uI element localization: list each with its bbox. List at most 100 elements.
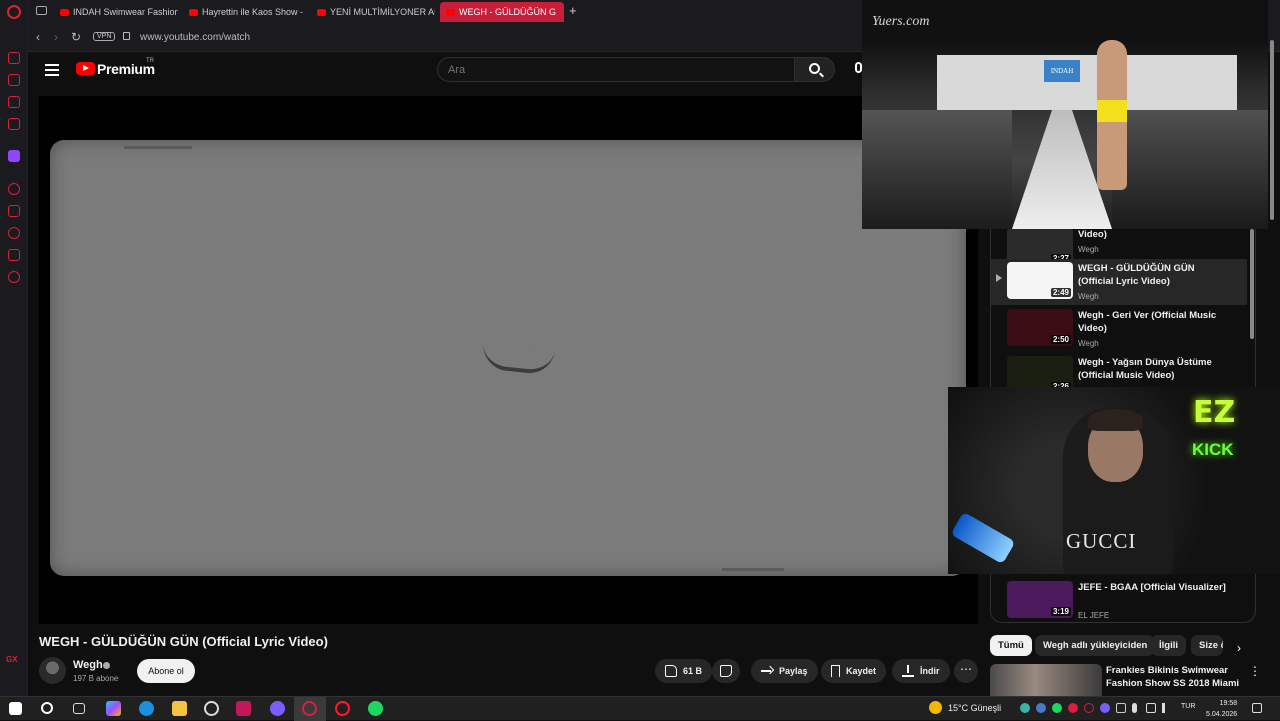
save-playlist-icon [831, 665, 840, 677]
download-button[interactable]: İndir [892, 659, 950, 683]
search-taskbar-icon[interactable] [41, 702, 53, 714]
vpn-badge[interactable]: VPN [93, 32, 116, 41]
extensions-icon[interactable] [8, 249, 20, 261]
duration-badge: 2:49 [1050, 288, 1071, 297]
tab-multimilyoner[interactable]: YENİ MULTİMİLYONER AR [317, 2, 435, 22]
spotify-tray-icon[interactable] [1052, 703, 1062, 713]
picture-in-picture-fashion-video[interactable]: INDAH Yuers.com [862, 0, 1268, 229]
chip-from-uploader[interactable]: Wegh adlı yükleyiciden [1035, 635, 1156, 656]
neon-sign-kick: KICK [1192, 440, 1234, 459]
frame-scribble [124, 146, 192, 149]
tab-grid-icon[interactable] [36, 6, 47, 15]
volume-icon[interactable] [1162, 703, 1172, 713]
more-vertical-icon[interactable]: ⋮ [1249, 664, 1261, 678]
tv-icon[interactable] [8, 96, 20, 108]
tray-app-icon[interactable] [1020, 703, 1030, 713]
tray-chat-icon[interactable] [1116, 703, 1126, 713]
url-field[interactable]: www.youtube.com/watch [140, 32, 250, 43]
voicemod-icon[interactable] [236, 701, 251, 716]
input-language[interactable]: TUR [1181, 703, 1195, 710]
tab-label: YENİ MULTİMİLYONER AR [330, 7, 435, 17]
model-swimsuit [1097, 100, 1127, 122]
runway-backdrop [937, 55, 1237, 110]
playlist-item-title: Video) [1078, 229, 1107, 240]
discord-tray-icon[interactable] [1100, 703, 1110, 713]
speed-dial-icon[interactable] [8, 52, 20, 64]
chip-all[interactable]: Tümü [990, 635, 1032, 656]
share-button[interactable]: Paylaş [751, 659, 818, 683]
tab-wegh-active[interactable]: WEGH - GÜLDÜĞÜN G [440, 2, 564, 22]
video-frame-paper [50, 140, 966, 576]
tab-label: Hayrettin ile Kaos Show - [202, 7, 304, 17]
share-arrow-icon [761, 665, 773, 677]
share-label: Paylaş [779, 666, 808, 676]
download-label: İndir [920, 666, 940, 676]
like-button[interactable]: 61 B [655, 659, 713, 683]
clock[interactable]: 19:58 5.04.2026 [1206, 698, 1237, 720]
new-tab-plus-icon[interactable]: + [569, 3, 577, 18]
duration-badge: 3:19 [1050, 607, 1071, 616]
search-input[interactable] [439, 59, 789, 80]
history-icon[interactable] [8, 227, 20, 239]
weather-sun-icon[interactable] [929, 701, 942, 714]
hamburger-menu-icon[interactable] [45, 64, 59, 76]
tray-red-icon[interactable] [1068, 703, 1078, 713]
edge-icon[interactable] [139, 701, 154, 716]
twitch-icon[interactable] [8, 150, 20, 162]
subscribe-button[interactable]: Abone ol [137, 659, 195, 683]
notification-icon[interactable] [1252, 703, 1262, 713]
chip-for-you[interactable]: Size ö [1191, 635, 1223, 656]
save-button[interactable]: Kaydet [821, 659, 887, 683]
network-icon[interactable] [1146, 703, 1156, 713]
dislike-button[interactable] [712, 659, 740, 683]
tab-kaos-show[interactable]: Hayrettin ile Kaos Show - [189, 2, 307, 22]
microphone-tray-icon[interactable] [1132, 703, 1137, 713]
voice-search-mic-icon[interactable] [855, 62, 862, 73]
playlist-item[interactable]: 2:50 Wegh - Geri Ver (Official Music Vid… [991, 306, 1247, 352]
steam-icon[interactable] [1036, 703, 1046, 713]
file-explorer-icon[interactable] [172, 701, 187, 716]
lock-icon[interactable] [123, 32, 130, 40]
thumbs-down-icon [720, 665, 732, 677]
obs-icon[interactable] [204, 701, 219, 716]
bookmark-icon[interactable] [8, 205, 20, 217]
discord-icon[interactable] [270, 701, 285, 716]
tab-indah[interactable]: INDAH Swimwear Fashion [60, 2, 178, 22]
player-icon[interactable] [8, 183, 20, 195]
clock-date: 5.04.2026 [1206, 711, 1238, 718]
youtube-logo-icon[interactable] [76, 62, 95, 75]
windows-start-icon[interactable] [9, 702, 22, 715]
opera-icon[interactable] [335, 701, 350, 716]
chevron-right-icon[interactable]: › [1237, 641, 1241, 655]
indah-sign: INDAH [1044, 60, 1080, 82]
task-view-icon[interactable] [73, 703, 85, 714]
chip-related[interactable]: İlgili [1151, 635, 1186, 656]
channel-name[interactable]: Wegh [73, 659, 103, 671]
search-button[interactable] [794, 57, 835, 82]
playlist-item[interactable]: 3:19 JEFE - BGAA [Official Visualizer] E… [991, 578, 1247, 622]
spotify-icon[interactable] [368, 701, 383, 716]
copilot-icon[interactable] [106, 701, 121, 716]
subscriber-count: 197 B abone [73, 674, 119, 683]
bag-icon[interactable] [8, 74, 20, 86]
video-player[interactable] [39, 96, 978, 624]
playlist-item-current[interactable]: 2:49 WEGH - GÜLDÜĞÜN GÜN (Official Lyric… [991, 259, 1247, 305]
more-actions-button[interactable]: ⋯ [954, 659, 978, 683]
page-scrollbar[interactable] [1270, 40, 1274, 220]
channel-avatar[interactable] [39, 657, 66, 684]
messenger-icon[interactable] [8, 118, 20, 130]
video-title: WEGH - GÜLDÜĞÜN GÜN (Official Lyric Vide… [39, 634, 328, 649]
playlist-item-channel: EL JEFE [1078, 611, 1110, 620]
forward-arrow-icon[interactable]: › [54, 30, 58, 44]
settings-gear-icon[interactable] [8, 271, 20, 283]
tray-outline-icon[interactable] [1084, 703, 1094, 713]
back-arrow-icon[interactable]: ‹ [36, 30, 40, 44]
weather-text[interactable]: 15°C Güneşli [948, 703, 1001, 713]
recommendation-thumbnail[interactable] [990, 664, 1102, 696]
opera-gx-icon [302, 701, 317, 716]
opera-logo-icon[interactable] [7, 5, 21, 19]
reload-icon[interactable]: ↻ [71, 30, 81, 44]
shirt-logo: GUCCI [1066, 529, 1137, 553]
frame-scribble [722, 568, 784, 571]
playlist-scrollbar[interactable] [1250, 229, 1254, 339]
